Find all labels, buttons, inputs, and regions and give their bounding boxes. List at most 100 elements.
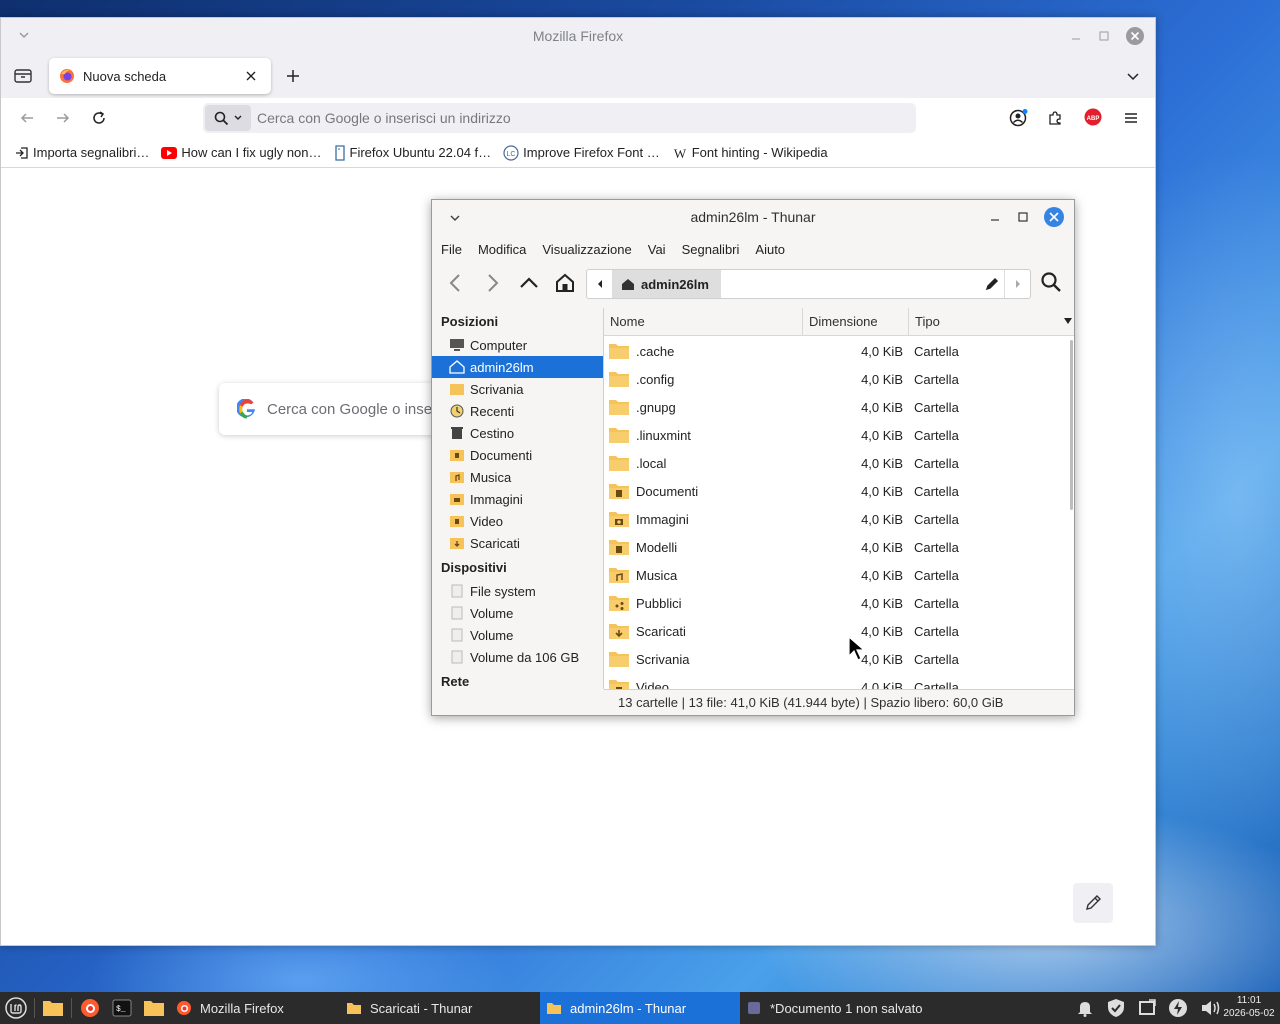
sidebar-item-file-system[interactable]: File system xyxy=(432,580,603,602)
forward-chevron-icon[interactable] xyxy=(482,272,502,294)
maximize-icon[interactable] xyxy=(1016,210,1030,224)
shield-icon[interactable] xyxy=(1106,998,1126,1018)
files-launcher-icon[interactable] xyxy=(37,992,69,1024)
taskbar-task-mozilla-firefox[interactable]: Mozilla Firefox xyxy=(170,992,340,1024)
file-row[interactable]: Modelli 4,0 KiB Cartella xyxy=(604,533,1071,561)
notifications-bell-icon[interactable] xyxy=(1076,999,1094,1017)
parent-folder-up-icon[interactable] xyxy=(518,272,540,294)
menu-view[interactable]: Visualizzazione xyxy=(542,242,631,257)
hamburger-menu-icon[interactable] xyxy=(1123,110,1139,126)
firefox-launcher-icon[interactable] xyxy=(74,992,106,1024)
maximize-icon[interactable] xyxy=(1097,29,1111,43)
minimize-icon[interactable] xyxy=(1069,29,1083,43)
sidebar-item-musica[interactable]: Musica xyxy=(432,466,603,488)
file-row[interactable]: Pubblici 4,0 KiB Cartella xyxy=(604,589,1071,617)
window-switcher-icon[interactable] xyxy=(1138,999,1156,1017)
file-row[interactable]: .linuxmint 4,0 KiB Cartella xyxy=(604,421,1071,449)
file-row[interactable]: Musica 4,0 KiB Cartella xyxy=(604,561,1071,589)
sidebar-item-video[interactable]: Video xyxy=(432,510,603,532)
sidebar-item-volume[interactable]: Volume xyxy=(432,624,603,646)
new-tab-plus-icon[interactable] xyxy=(285,68,301,84)
bookmark-firefox-ubuntu[interactable]: Firefox Ubuntu 22.04 f… xyxy=(334,144,491,161)
sidebar-item-immagini[interactable]: Immagini xyxy=(432,488,603,510)
close-icon[interactable] xyxy=(1044,207,1064,227)
forward-arrow-icon[interactable] xyxy=(55,110,71,126)
taskbar-task-scaricati-thunar[interactable]: Scaricati - Thunar xyxy=(340,992,540,1024)
sidebar-item-documenti[interactable]: Documenti xyxy=(432,444,603,466)
search-engine-selector[interactable] xyxy=(205,105,251,131)
file-row[interactable]: Scaricati 4,0 KiB Cartella xyxy=(604,617,1071,645)
file-list-view: Nome Dimensione Tipo .cache 4,0 KiB Cartel… xyxy=(604,308,1074,689)
edit-location-pencil-icon[interactable] xyxy=(984,276,1000,292)
file-row[interactable]: .config 4,0 KiB Cartella xyxy=(604,365,1071,393)
search-icon[interactable] xyxy=(1040,271,1062,293)
files-launcher-icon[interactable] xyxy=(138,992,170,1024)
file-row[interactable]: Documenti 4,0 KiB Cartella xyxy=(604,477,1071,505)
back-chevron-icon[interactable] xyxy=(446,272,466,294)
sidebar-item-recenti[interactable]: Recenti xyxy=(432,400,603,422)
sidebar-section-devices[interactable]: Dispositivi xyxy=(432,556,603,580)
menu-go[interactable]: Vai xyxy=(648,242,666,257)
taskbar-task-admin26lm-thunar[interactable]: admin26lm - Thunar xyxy=(540,992,740,1024)
account-icon[interactable] xyxy=(1009,109,1029,127)
sidebar-item-cestino[interactable]: Cestino xyxy=(432,422,603,444)
column-header-type[interactable]: Tipo xyxy=(909,308,1074,335)
taskbar-task-documento-1-non-salvato[interactable]: *Documento 1 non salvato xyxy=(740,992,950,1024)
sidebar-item-volume-da-106-gb[interactable]: Volume da 106 GB xyxy=(432,646,603,668)
home-icon[interactable] xyxy=(554,272,576,294)
window-menu-chevron-icon[interactable] xyxy=(448,211,462,225)
bookmark-youtube[interactable]: How can I fix ugly non… xyxy=(161,145,322,160)
sidebar-item-scaricati[interactable]: Scaricati xyxy=(432,532,603,554)
customize-newtab-button[interactable] xyxy=(1073,883,1113,923)
sidebar-section-network[interactable]: Rete xyxy=(432,670,603,689)
file-row[interactable]: Scrivania 4,0 KiB Cartella xyxy=(604,645,1071,673)
power-manager-icon[interactable] xyxy=(1168,998,1188,1018)
vertical-scrollbar[interactable] xyxy=(1070,340,1073,510)
firefox-view-icon[interactable] xyxy=(14,68,32,84)
tab-close-icon[interactable] xyxy=(245,70,265,82)
bookmark-improve-font[interactable]: LC Improve Firefox Font … xyxy=(503,144,660,161)
file-row[interactable]: Video 4,0 KiB Cartella xyxy=(604,673,1071,689)
column-header-name[interactable]: Nome xyxy=(604,308,803,335)
terminal-launcher-icon[interactable]: $_ xyxy=(106,992,138,1024)
url-input[interactable]: Cerca con Google o inserisci un indirizz… xyxy=(257,110,511,126)
sidebar-item-scrivania[interactable]: Scrivania xyxy=(432,378,603,400)
menu-file[interactable]: File xyxy=(441,242,462,257)
menu-bookmarks[interactable]: Segnalibri xyxy=(682,242,740,257)
reload-icon[interactable] xyxy=(91,110,107,126)
bookmark-wikipedia[interactable]: W Font hinting - Wikipedia xyxy=(672,145,828,160)
file-size: 4,0 KiB xyxy=(861,595,903,611)
list-tabs-chevron-icon[interactable] xyxy=(1125,68,1141,84)
mint-menu-icon[interactable] xyxy=(0,992,32,1024)
file-row[interactable]: .cache 4,0 KiB Cartella xyxy=(604,337,1071,365)
column-header-size[interactable]: Dimensione xyxy=(803,308,909,335)
path-scroll-right-icon[interactable] xyxy=(1004,270,1030,298)
menu-help[interactable]: Aiuto xyxy=(755,242,785,257)
url-bar[interactable]: Cerca con Google o inserisci un indirizz… xyxy=(203,103,916,133)
path-scroll-left-icon[interactable] xyxy=(587,270,613,298)
sidebar-item-volume[interactable]: Volume xyxy=(432,602,603,624)
path-crumb-home[interactable]: admin26lm xyxy=(613,270,721,298)
import-icon xyxy=(15,146,29,160)
file-name: .gnupg xyxy=(636,399,676,415)
back-arrow-icon[interactable] xyxy=(19,110,35,126)
file-row[interactable]: .gnupg 4,0 KiB Cartella xyxy=(604,393,1071,421)
sidebar-section-places[interactable]: Posizioni xyxy=(432,310,603,334)
mouse-cursor-icon xyxy=(848,636,866,662)
file-name-cell: Musica xyxy=(604,566,803,584)
extensions-puzzle-icon[interactable] xyxy=(1047,110,1063,126)
file-row[interactable]: Immagini 4,0 KiB Cartella xyxy=(604,505,1071,533)
sidebar-item-admin26lm[interactable]: admin26lm xyxy=(432,356,603,378)
file-type: Cartella xyxy=(914,511,959,527)
bookmark-import[interactable]: Importa segnalibri… xyxy=(15,145,149,160)
close-icon[interactable] xyxy=(1125,26,1145,46)
file-row[interactable]: .local 4,0 KiB Cartella xyxy=(604,449,1071,477)
sidebar-item-computer[interactable]: Computer xyxy=(432,334,603,356)
clock[interactable]: 11:01 2026-05-02 xyxy=(1222,994,1276,1020)
tab-new-tab[interactable]: Nuova scheda xyxy=(49,58,271,94)
menu-edit[interactable]: Modifica xyxy=(478,242,526,257)
minimize-icon[interactable] xyxy=(988,210,1002,224)
window-menu-chevron-icon[interactable] xyxy=(17,28,31,42)
adblock-plus-icon[interactable]: ABP xyxy=(1084,108,1102,126)
volume-icon[interactable] xyxy=(1200,999,1222,1017)
